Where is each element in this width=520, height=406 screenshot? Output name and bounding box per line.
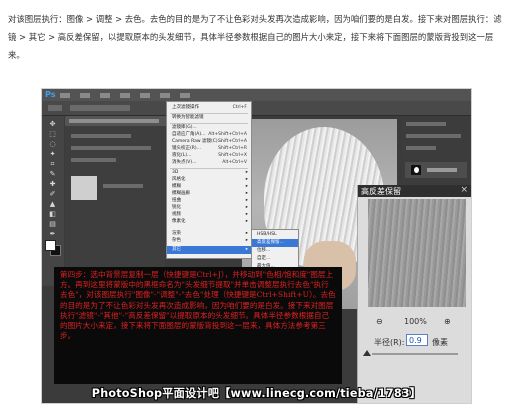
ps-logo: Ps <box>45 90 56 99</box>
menu-item-last-filter[interactable]: 上次滤镜操作 Ctrl+F <box>167 104 251 112</box>
menu-edit[interactable] <box>80 93 90 98</box>
brush-tool-icon[interactable]: ✐ <box>47 190 58 198</box>
filter-menu-lower: 渲染 ▸ 杂色 ▸ 其它 ▸ <box>166 230 252 259</box>
submenu-item-custom[interactable]: 自定... <box>252 255 298 263</box>
foreground-color-swatch[interactable] <box>45 240 56 251</box>
eraser-tool-icon[interactable]: ◧ <box>47 210 58 218</box>
left-panel <box>65 126 165 286</box>
menu-item-noise[interactable]: 杂色 ▸ <box>167 237 251 245</box>
lasso-tool-icon[interactable]: ◌ <box>47 140 58 148</box>
watermark: PhotoShop平面设计吧【www.linecg.com/tieba/1783… <box>91 387 422 400</box>
ps-menubar: Ps <box>42 89 471 101</box>
submenu-item-high-pass[interactable]: 高反差保留... <box>252 239 298 247</box>
menu-file[interactable] <box>60 93 70 98</box>
ps-options-bar <box>42 101 471 116</box>
panel-row <box>406 146 436 150</box>
tutorial-caption: 第四步：选中背景层复制一层（快捷键是Ctrl+J），并移动到"色相/饱和度"图层… <box>54 267 342 384</box>
panel-thumbnail <box>71 176 97 200</box>
radius-input[interactable] <box>406 334 428 346</box>
menu-image[interactable] <box>100 93 110 98</box>
eyedropper-icon[interactable]: ✎ <box>47 170 58 178</box>
menu-item-pixelate[interactable]: 像素化 ▸ <box>167 218 251 226</box>
menu-item-smart-filter[interactable]: 转换为智能滤镜 <box>167 114 251 122</box>
options-control[interactable] <box>70 105 130 111</box>
close-icon[interactable]: × <box>460 185 468 195</box>
stamp-tool-icon[interactable]: ▲ <box>47 200 58 208</box>
marquee-tool-icon[interactable]: ⬚ <box>47 130 58 138</box>
high-pass-dialog: 高反差保留 × ⊖ 100% ⊕ 半径(R): 像素 <box>357 185 471 403</box>
menu-type[interactable] <box>140 93 150 98</box>
panel-row <box>71 134 131 138</box>
radius-label: 半径(R): <box>374 338 405 347</box>
article-intro: 对该图层执行：图像 > 调整 > 去色。去色的目的是为了不让色彩对头发再次造成影… <box>8 14 502 60</box>
pen-tool-icon[interactable]: ✒ <box>47 230 58 238</box>
healing-brush-icon[interactable]: ✚ <box>47 180 58 188</box>
photoshop-screenshot: Ps ✥ ⬚ ◌ ✦ ⌗ ✎ ✚ ✐ ▲ ◧ ▤ ✒ 上次滤镜操作 Ctrl+F… <box>41 88 472 404</box>
radius-slider-track[interactable] <box>372 353 458 355</box>
dialog-preview[interactable] <box>368 199 466 307</box>
layer-mask-thumbnail <box>411 165 421 175</box>
move-tool-icon[interactable]: ✥ <box>47 120 58 128</box>
zoom-in-icon[interactable]: ⊕ <box>444 317 451 326</box>
panel-row <box>103 184 143 188</box>
zoom-out-icon[interactable]: ⊖ <box>376 317 383 326</box>
menu-layer[interactable] <box>120 93 130 98</box>
ps-menu-items <box>60 91 190 98</box>
filter-menu: 上次滤镜操作 Ctrl+F 转换为智能滤镜 滤镜库(G)... 自适应广角(A).… <box>166 101 252 233</box>
zoom-controls: ⊖ 100% ⊕ <box>358 317 471 331</box>
panel-row <box>71 146 151 150</box>
dialog-title: 高反差保留 <box>361 187 401 196</box>
dialog-header: 高反差保留 × <box>358 185 471 197</box>
menu-select[interactable] <box>160 93 170 98</box>
options-control[interactable] <box>48 105 62 111</box>
layer-row[interactable] <box>405 162 467 178</box>
menu-filter[interactable] <box>180 93 190 98</box>
gradient-tool-icon[interactable]: ▤ <box>47 220 58 228</box>
panel-row <box>406 134 461 138</box>
submenu-item-offset[interactable]: 位移... <box>252 247 298 255</box>
zoom-level: 100% <box>404 317 427 326</box>
menu-item-other[interactable]: 其它 ▸ <box>167 246 251 254</box>
submenu-item-hsb-hsl[interactable]: HSB/HSL <box>252 231 298 239</box>
panel-row <box>71 158 116 162</box>
radius-unit: 像素 <box>432 338 448 347</box>
radius-slider-thumb[interactable] <box>363 350 371 356</box>
magic-wand-icon[interactable]: ✦ <box>47 150 58 158</box>
layer-name <box>427 168 457 172</box>
panel-row <box>406 122 446 126</box>
ps-toolbar: ✥ ⬚ ◌ ✦ ⌗ ✎ ✚ ✐ ▲ ◧ ▤ ✒ <box>42 116 64 286</box>
menu-item-vanishing-point[interactable]: 消失点(V)... Alt+Ctrl+V <box>167 159 251 167</box>
crop-tool-icon[interactable]: ⌗ <box>47 160 58 168</box>
